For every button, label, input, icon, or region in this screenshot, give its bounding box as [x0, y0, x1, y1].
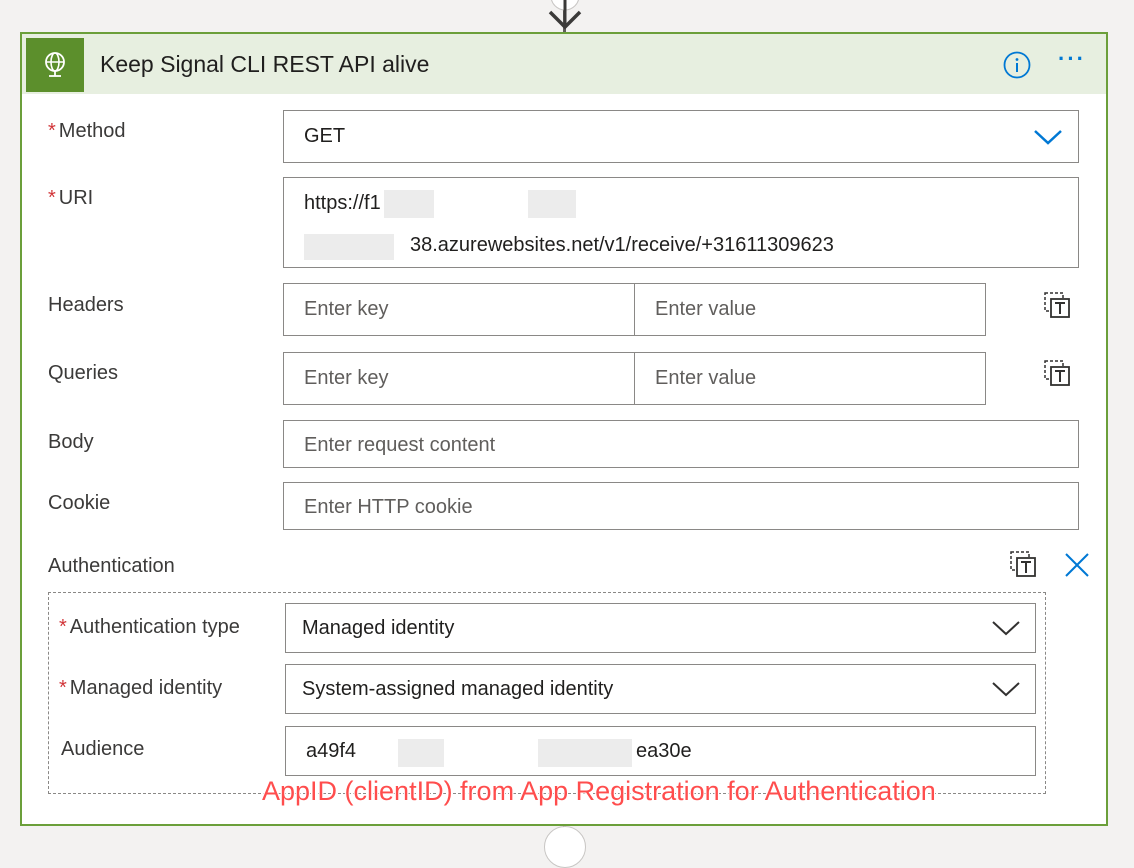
managed-identity-dropdown[interactable]: System-assigned managed identity	[285, 664, 1036, 714]
queries-value-input[interactable]: Enter value	[634, 352, 986, 405]
uri-line2: 38.azurewebsites.net/v1/receive/+3161130…	[410, 234, 834, 256]
authentication-label: Authentication	[48, 555, 175, 577]
required-marker: *	[48, 120, 56, 142]
text-mode-icon[interactable]	[1042, 358, 1072, 388]
headers-key-placeholder: Enter key	[304, 298, 389, 320]
body-placeholder: Enter request content	[304, 434, 496, 456]
auth-type-dropdown[interactable]: Managed identity	[285, 603, 1036, 653]
close-icon[interactable]	[1062, 550, 1092, 580]
card-header[interactable]: Keep Signal CLI REST API alive ···	[22, 34, 1106, 94]
uri-input[interactable]: https://f1 38.azurewebsites.net/v1/recei…	[283, 177, 1079, 268]
required-marker: *	[59, 616, 67, 638]
authentication-section: * Authentication type Managed identity * M…	[48, 592, 1046, 794]
annotation-text: AppID (clientID) from App Registration f…	[262, 776, 936, 806]
cookie-placeholder: Enter HTTP cookie	[304, 496, 473, 518]
headers-value-placeholder: Enter value	[655, 298, 757, 320]
body-input[interactable]: Enter request content	[283, 420, 1079, 468]
body-label: Body	[48, 431, 94, 453]
headers-value-input[interactable]: Enter value	[634, 283, 986, 336]
globe-icon	[26, 38, 84, 92]
arrow-down-icon	[548, 0, 582, 30]
auth-type-value: Managed identity	[302, 617, 455, 639]
redaction	[398, 739, 444, 767]
chevron-down-icon	[1034, 130, 1062, 145]
method-dropdown[interactable]: GET	[283, 110, 1079, 163]
queries-value-placeholder: Enter value	[655, 367, 757, 389]
more-icon[interactable]: ···	[1058, 46, 1086, 72]
cookie-input[interactable]: Enter HTTP cookie	[283, 482, 1079, 530]
add-step-button[interactable]	[544, 826, 586, 868]
required-marker: *	[59, 677, 67, 699]
audience-input[interactable]: a49f4 ea30e	[285, 726, 1036, 776]
audience-value-end: ea30e	[636, 740, 692, 762]
redaction	[304, 234, 394, 260]
method-label: * Method	[48, 120, 126, 142]
headers-key-input[interactable]: Enter key	[283, 283, 635, 336]
text-mode-icon[interactable]	[1008, 549, 1038, 579]
uri-label: * URI	[48, 187, 94, 209]
info-icon[interactable]	[1002, 50, 1032, 80]
chevron-down-icon	[992, 682, 1020, 697]
audience-label: Audience	[61, 738, 145, 760]
redaction	[528, 190, 576, 218]
method-value: GET	[304, 125, 346, 147]
queries-label: Queries	[48, 362, 119, 384]
redaction	[538, 739, 632, 767]
managed-identity-value: System-assigned managed identity	[302, 678, 614, 700]
chevron-down-icon	[992, 621, 1020, 636]
queries-key-placeholder: Enter key	[304, 367, 389, 389]
queries-key-input[interactable]: Enter key	[283, 352, 635, 405]
cookie-label: Cookie	[48, 492, 111, 514]
uri-line1: https://f1	[304, 192, 381, 214]
action-title[interactable]: Keep Signal CLI REST API alive	[100, 51, 429, 78]
managed-identity-label: * Managed identity	[59, 677, 223, 699]
http-action-card: Keep Signal CLI REST API alive ··· * Meth…	[20, 32, 1108, 826]
text-mode-icon[interactable]	[1042, 290, 1072, 320]
auth-type-label: * Authentication type	[59, 616, 240, 638]
redaction	[384, 190, 434, 218]
headers-label: Headers	[48, 294, 124, 316]
required-marker: *	[48, 187, 56, 209]
audience-value-start: a49f4	[306, 740, 357, 762]
